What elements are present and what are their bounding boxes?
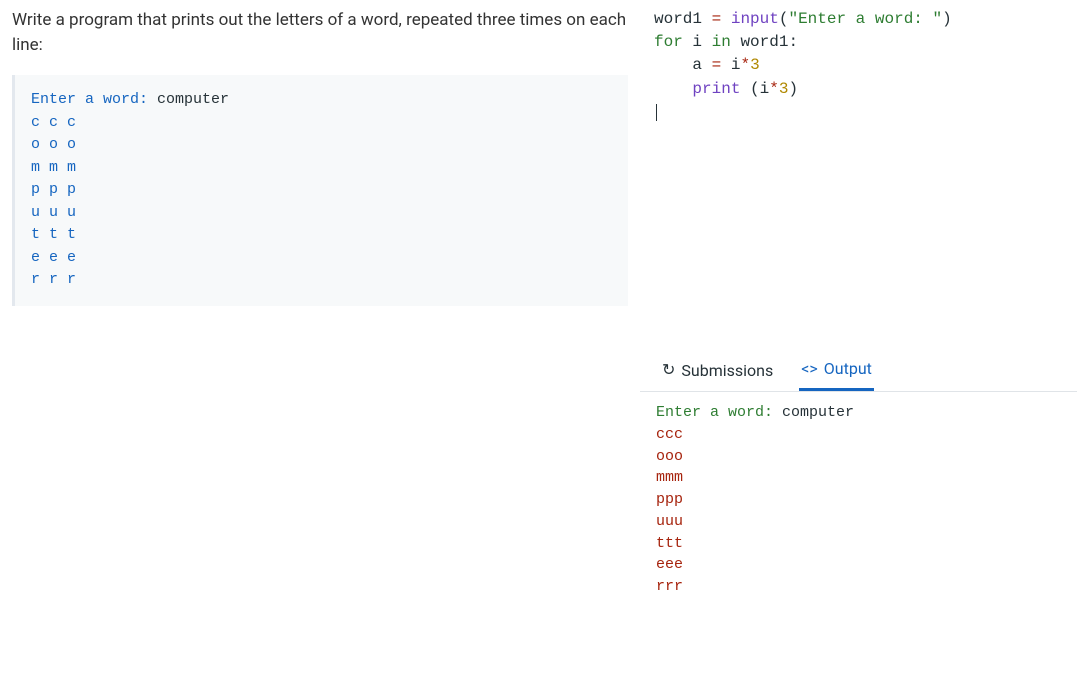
code-token: 3 — [750, 56, 760, 74]
example-line: p p p — [31, 181, 76, 198]
code-token: * — [740, 56, 750, 74]
tab-output-label: Output — [824, 359, 872, 378]
code-token — [731, 33, 741, 51]
code-token: i — [760, 80, 770, 98]
example-output-block: Enter a word: computer c c c o o o m m m… — [12, 75, 628, 306]
output-tabs: ↻ Submissions <> Output — [640, 345, 1077, 391]
output-line: ppp — [656, 491, 683, 508]
code-token: : — [788, 33, 798, 51]
code-token — [702, 33, 712, 51]
output-line: rrr — [656, 578, 683, 595]
code-token: = — [712, 56, 722, 74]
program-output: Enter a word: computer ccc ooo mmm ppp u… — [640, 391, 1077, 614]
code-token — [683, 33, 693, 51]
code-token: print — [692, 80, 740, 98]
code-token: a — [692, 56, 702, 74]
history-icon: ↻ — [662, 362, 675, 378]
output-line: ttt — [656, 535, 683, 552]
code-token: in — [712, 33, 731, 51]
example-line: u u u — [31, 204, 76, 221]
code-token — [721, 56, 731, 74]
code-token: * — [769, 80, 779, 98]
example-line: c c c — [31, 114, 76, 131]
code-token: word1 — [740, 33, 788, 51]
example-line: t t t — [31, 226, 76, 243]
code-token — [702, 56, 712, 74]
code-token — [702, 10, 712, 28]
tab-output[interactable]: <> Output — [799, 353, 874, 391]
code-token — [654, 80, 692, 98]
code-token: for — [654, 33, 683, 51]
output-line: mmm — [656, 469, 683, 486]
output-user-input: computer — [782, 404, 854, 421]
example-line: r r r — [31, 271, 76, 288]
text-cursor — [656, 104, 657, 121]
code-token: 3 — [779, 80, 789, 98]
output-line: eee — [656, 556, 683, 573]
code-token: ) — [942, 10, 952, 28]
problem-statement: Write a program that prints out the lett… — [12, 8, 628, 57]
code-icon: <> — [801, 361, 818, 377]
code-token: ( — [740, 80, 759, 98]
code-token: "Enter a word: " — [788, 10, 942, 28]
output-line: ooo — [656, 448, 683, 465]
output-line: ccc — [656, 426, 683, 443]
tab-submissions[interactable]: ↻ Submissions — [660, 355, 775, 390]
output-prompt: Enter a word: — [656, 404, 773, 421]
example-input: computer — [157, 91, 229, 108]
code-token: input — [731, 10, 779, 28]
code-token: i — [692, 33, 702, 51]
editor-panel: word1 = input ( "Enter a word: ") for i in… — [640, 0, 1077, 689]
example-line: e e e — [31, 249, 76, 266]
output-line: uuu — [656, 513, 683, 530]
code-token — [654, 56, 692, 74]
code-token — [721, 10, 731, 28]
problem-panel: Write a program that prints out the lett… — [0, 0, 640, 689]
example-prompt: Enter a word: — [31, 91, 148, 108]
code-token: i — [731, 56, 741, 74]
code-token: ) — [788, 80, 798, 98]
example-line: o o o — [31, 136, 76, 153]
example-line: m m m — [31, 159, 76, 176]
code-token: = — [712, 10, 722, 28]
code-token: word1 — [654, 10, 702, 28]
code-editor[interactable]: word1 = input ( "Enter a word: ") for i in… — [640, 0, 1077, 345]
tab-submissions-label: Submissions — [681, 361, 773, 380]
